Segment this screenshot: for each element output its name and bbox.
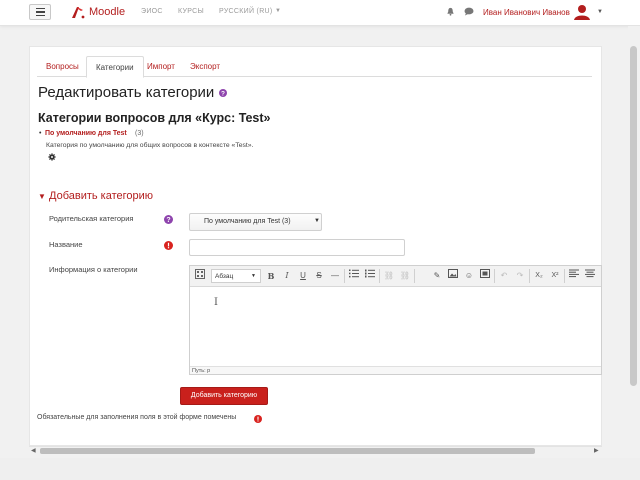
collapse-caret-icon[interactable]: ▼ [38,192,46,201]
rich-text-editor: Абзац ▼ B I U S — ⛓ ⛓ ✎ ☺ ↶ ↷ X₂ X² I Пу… [189,265,602,375]
pencil-icon[interactable]: ✎ [430,269,444,283]
page-title: Редактировать категории [38,84,215,101]
align-center-icon[interactable] [583,269,597,283]
user-name[interactable]: Иван Иванович Иванов [483,8,570,17]
nav-link-courses[interactable]: КУРСЫ [178,8,204,15]
list-bullet: • [39,130,42,137]
category-info-label: Информация о категории [49,265,138,274]
media-icon[interactable] [478,269,492,283]
top-navbar: Moodle ЭИОС КУРСЫ РУССКИЙ (RU) ▼ Иван Ив… [0,0,640,26]
user-avatar-icon[interactable] [573,3,591,21]
svg-text:?: ? [166,217,170,224]
menu-toggle-button[interactable] [29,4,51,20]
help-icon[interactable]: ? [164,215,173,224]
toolbar-separator [414,269,415,283]
chevron-down-icon: ▼ [314,218,320,224]
scroll-right-arrow-icon[interactable]: ▶ [594,447,599,454]
image-icon[interactable] [446,269,460,283]
chevron-down-icon: ▼ [251,273,256,279]
scroll-left-arrow-icon[interactable]: ◀ [31,447,36,454]
menu-bar [35,11,45,13]
required-icon [254,415,262,423]
link-icon[interactable]: ⛓ [382,269,396,283]
section-title: Категории вопросов для «Курс: Test» [38,111,271,125]
chevron-down-icon: ▼ [275,8,281,14]
parent-category-select[interactable]: По умолчанию для Test (3) [189,213,322,231]
parent-category-label: Родительская категория [49,214,134,223]
name-label: Название [49,240,83,249]
text-cursor-icon: I [214,297,218,308]
editor-path-bar: Путь: p [190,366,601,374]
tab-questions[interactable]: Вопросы [37,56,88,77]
required-icon [164,241,173,250]
brand-name[interactable]: Moodle [89,6,125,18]
required-fields-note: Обязательные для заполнения поля в этой … [37,414,237,421]
align-left-icon[interactable] [567,269,581,283]
toolbar-separator [379,269,380,283]
tab-bar: Вопросы Категории Импорт Экспорт [37,56,592,78]
bold-icon[interactable]: B [264,269,278,283]
chevron-down-icon[interactable]: ▼ [597,9,603,15]
category-link[interactable]: По умолчанию для Test [45,130,127,137]
add-category-heading[interactable]: Добавить категорию [49,190,153,202]
category-count: (3) [135,130,144,137]
menu-bar [35,14,45,17]
horizontal-scrollbar-thumb[interactable] [40,448,535,454]
redo-icon[interactable]: ↷ [513,269,527,283]
unordered-list-icon[interactable] [347,269,361,283]
undo-icon[interactable]: ↶ [497,269,511,283]
toolbar-separator [344,269,345,283]
tab-import[interactable]: Импорт [138,56,184,77]
tab-categories[interactable]: Категории [86,56,144,78]
underline-icon[interactable]: U [296,269,310,283]
gear-icon[interactable] [48,153,56,161]
ordered-list-icon[interactable] [363,269,377,283]
editor-content-area[interactable]: I [190,288,601,366]
toolbar-separator [494,269,495,283]
superscript-icon[interactable]: X² [548,269,562,283]
unlink-icon[interactable]: ⛓ [398,269,412,283]
editor-toolbar: Абзац ▼ B I U S — ⛓ ⛓ ✎ ☺ ↶ ↷ X₂ X² [190,266,601,287]
strikethrough-icon[interactable]: S [312,269,326,283]
help-icon[interactable]: ? [219,89,227,97]
moodle-logo-icon[interactable] [70,4,86,20]
svg-text:?: ? [221,90,225,97]
toolbar-separator [529,269,530,283]
toolbar-separator [564,269,565,283]
horizontal-rule-icon[interactable]: — [328,269,342,283]
italic-icon[interactable]: I [280,269,294,283]
subscript-icon[interactable]: X₂ [532,269,546,283]
bell-icon[interactable] [446,7,455,16]
add-category-button[interactable]: Добавить категорию [180,387,268,405]
menu-bar [35,7,45,10]
chat-icon[interactable] [464,7,474,16]
toolbar-toggle-icon[interactable] [193,269,207,283]
name-input[interactable] [189,239,405,256]
tab-export[interactable]: Экспорт [181,56,229,77]
vertical-scrollbar-thumb[interactable] [630,46,637,386]
language-menu[interactable]: РУССКИЙ (RU) [219,8,273,15]
emoticon-icon[interactable]: ☺ [462,269,476,283]
nav-link-eios[interactable]: ЭИОС [141,8,163,15]
category-description: Категория по умолчанию для общих вопросо… [46,142,254,149]
page-footer-band [0,458,640,480]
